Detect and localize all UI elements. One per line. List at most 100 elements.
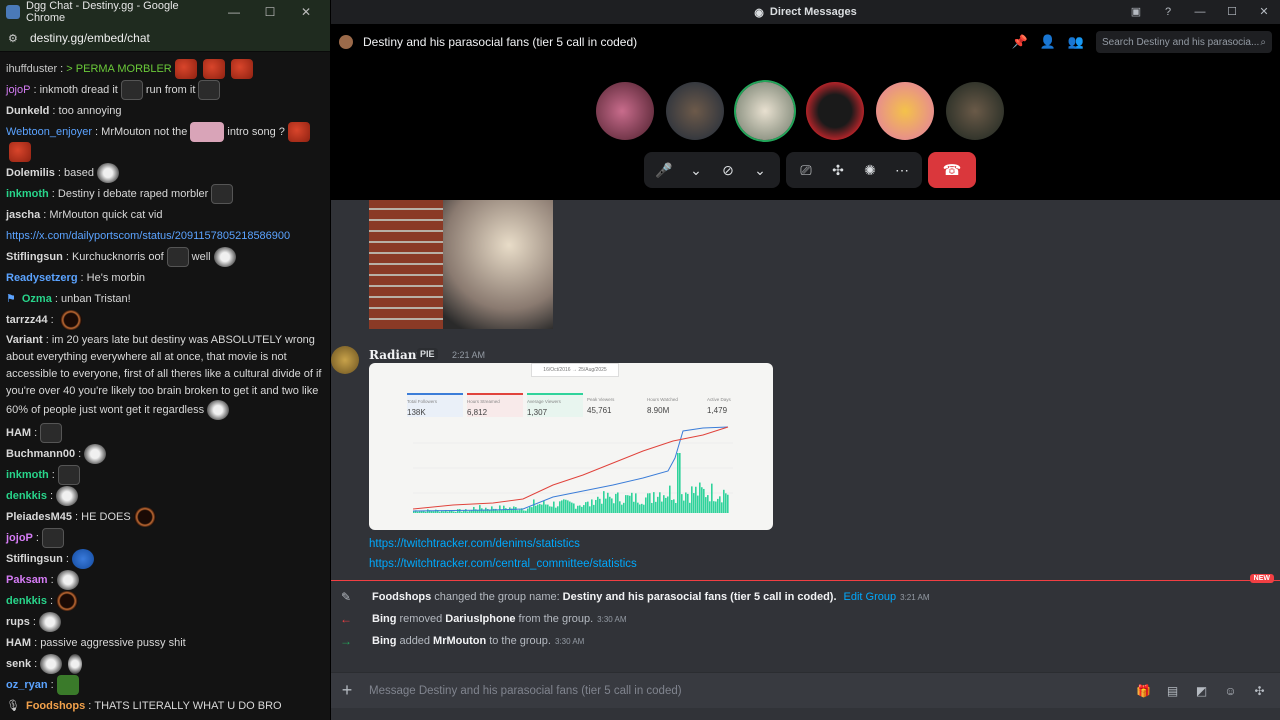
- image-attachment[interactable]: [369, 200, 553, 329]
- participant-avatar[interactable]: [876, 82, 934, 140]
- search-input[interactable]: Search Destiny and his parasocia... ⌕: [1096, 31, 1272, 53]
- chat-username[interactable]: rups: [6, 614, 30, 630]
- chat-username[interactable]: jojoP: [6, 530, 33, 546]
- participant-avatar[interactable]: [666, 82, 724, 140]
- inbox-icon[interactable]: ▣: [1120, 0, 1152, 24]
- system-verb: added: [399, 635, 431, 647]
- viewer-bar: [659, 492, 661, 513]
- viewer-bar: [709, 501, 711, 513]
- close-icon[interactable]: ✕: [288, 5, 324, 19]
- member-list-icon[interactable]: 👥: [1062, 34, 1090, 50]
- site-settings-icon[interactable]: ⚙: [8, 32, 22, 45]
- chat-username[interactable]: jascha: [6, 207, 40, 223]
- chat-username[interactable]: Stiflingsun: [6, 249, 63, 265]
- message-input[interactable]: [369, 684, 1129, 697]
- chat-username[interactable]: Webtoon_enjoyer: [6, 124, 92, 140]
- face-emote-icon: [40, 422, 63, 443]
- chat-username[interactable]: Foodshops: [26, 698, 85, 714]
- chat-username[interactable]: jojoP: [6, 82, 30, 98]
- system-actor[interactable]: Bing: [372, 635, 396, 647]
- guild-tag-badge[interactable]: PIE: [417, 348, 438, 360]
- disconnect-button[interactable]: ☎: [928, 152, 976, 188]
- chat-username[interactable]: Paksam: [6, 572, 48, 588]
- chat-username[interactable]: ihuffduster: [6, 61, 57, 77]
- maximize-icon[interactable]: ☐: [1216, 0, 1248, 24]
- system-object[interactable]: MrMouton: [433, 635, 486, 647]
- chat-username[interactable]: denkkis: [6, 593, 47, 609]
- pepe-green-emote-icon: [56, 674, 79, 695]
- participant-avatar[interactable]: [596, 82, 654, 140]
- viewer-bar: [607, 492, 609, 513]
- face-emote-icon: [97, 162, 120, 183]
- apps-icon[interactable]: ✣: [1245, 684, 1274, 698]
- message-link[interactable]: https://twitchtracker.com/central_commit…: [369, 558, 637, 570]
- gif-icon[interactable]: ▤: [1158, 684, 1187, 698]
- system-object[interactable]: DariusIphone: [445, 613, 515, 625]
- emoji-icon[interactable]: ☺: [1216, 684, 1245, 698]
- activities-icon[interactable]: ✣: [824, 162, 852, 179]
- address-bar[interactable]: ⚙ destiny.gg/embed/chat: [0, 24, 330, 52]
- camera-off-icon[interactable]: ⊘: [714, 162, 742, 179]
- gift-icon[interactable]: 🎁: [1129, 684, 1158, 698]
- chat-username[interactable]: Readysetzerg: [6, 270, 78, 286]
- chat-username[interactable]: Stiflingsun: [6, 551, 63, 567]
- new-messages-divider: [331, 580, 1280, 581]
- screen-share-icon[interactable]: ⎚: [792, 162, 820, 179]
- minimize-icon[interactable]: —: [1184, 0, 1216, 24]
- chevron-down-icon[interactable]: ⌄: [746, 162, 774, 179]
- chat-username[interactable]: HAM: [6, 635, 31, 651]
- face-emote-icon: [211, 183, 234, 204]
- system-suffix: to the group.: [489, 635, 551, 647]
- system-actor[interactable]: Bing: [372, 613, 396, 625]
- chat-line: PleiadesM45: HE DOES: [6, 506, 324, 527]
- participant-avatar[interactable]: [946, 82, 1004, 140]
- soundboard-icon[interactable]: ✺: [856, 162, 884, 179]
- twitchtracker-image[interactable]: 16/Oct/2016 → 25/Aug/2025 Total Follower…: [369, 363, 773, 530]
- chat-username[interactable]: Variant: [6, 334, 43, 346]
- sticker-icon[interactable]: ◩: [1187, 684, 1216, 698]
- chat-username[interactable]: inkmoth: [6, 467, 49, 483]
- arrow-left-icon: ←: [340, 612, 352, 626]
- viewer-bar: [567, 500, 569, 513]
- chat-link[interactable]: https://x.com/dailyportscom/status/20911…: [6, 228, 290, 244]
- avatar[interactable]: [331, 346, 359, 374]
- system-actor[interactable]: Foodshops: [372, 591, 431, 603]
- chat-username[interactable]: PleiadesM45: [6, 509, 72, 525]
- message-link[interactable]: https://twitchtracker.com/denims/statist…: [369, 538, 580, 550]
- group-title[interactable]: Destiny and his parasocial fans (tier 5 …: [363, 35, 1006, 49]
- destiny-logo-icon: [6, 5, 20, 19]
- chat-username[interactable]: Dolemilis: [6, 165, 55, 181]
- chat-username[interactable]: Dunkeld: [6, 103, 49, 119]
- chevron-down-icon[interactable]: ⌄: [682, 162, 710, 179]
- close-icon[interactable]: ✕: [1248, 0, 1280, 24]
- chat-username[interactable]: denkkis: [6, 488, 47, 504]
- chat-line: Variant: im 20 years late but destiny wa…: [6, 330, 324, 422]
- chat-text: MrMouton not the: [101, 125, 188, 138]
- address-bar-url[interactable]: destiny.gg/embed/chat: [30, 31, 150, 45]
- help-icon[interactable]: ?: [1152, 0, 1184, 24]
- date-range: 16/Oct/2016 → 25/Aug/2025: [531, 363, 619, 377]
- edit-group-link[interactable]: Edit Group: [844, 591, 897, 603]
- chat-username[interactable]: senk: [6, 656, 31, 672]
- chat-username[interactable]: Buchmann00: [6, 446, 75, 462]
- add-friends-icon[interactable]: 👤: [1034, 34, 1062, 50]
- maximize-icon[interactable]: ☐: [252, 5, 288, 19]
- participant-avatar[interactable]: [736, 82, 794, 140]
- chat-username[interactable]: inkmoth: [6, 186, 49, 202]
- minimize-icon[interactable]: —: [216, 5, 252, 19]
- viewer-bar: [571, 502, 573, 513]
- chat-username[interactable]: oz_ryan: [6, 677, 48, 693]
- participant-avatar[interactable]: [806, 82, 864, 140]
- chrome-titlebar: Dgg Chat - Destiny.gg - Google Chrome — …: [0, 0, 330, 24]
- viewer-bar: [453, 511, 455, 513]
- chat-username[interactable]: HAM: [6, 425, 31, 441]
- chat-username[interactable]: tarrzz44: [6, 312, 48, 328]
- viewer-bar: [535, 505, 537, 513]
- system-verb: removed: [399, 613, 443, 625]
- pin-icon[interactable]: 📌: [1006, 34, 1034, 50]
- chat-username[interactable]: Ozma: [22, 291, 52, 307]
- message-author[interactable]: Radiant: [369, 348, 422, 362]
- more-icon[interactable]: ⋯: [888, 162, 916, 179]
- add-attachment-icon[interactable]: +: [337, 680, 357, 701]
- microphone-icon[interactable]: 🎤: [650, 162, 678, 179]
